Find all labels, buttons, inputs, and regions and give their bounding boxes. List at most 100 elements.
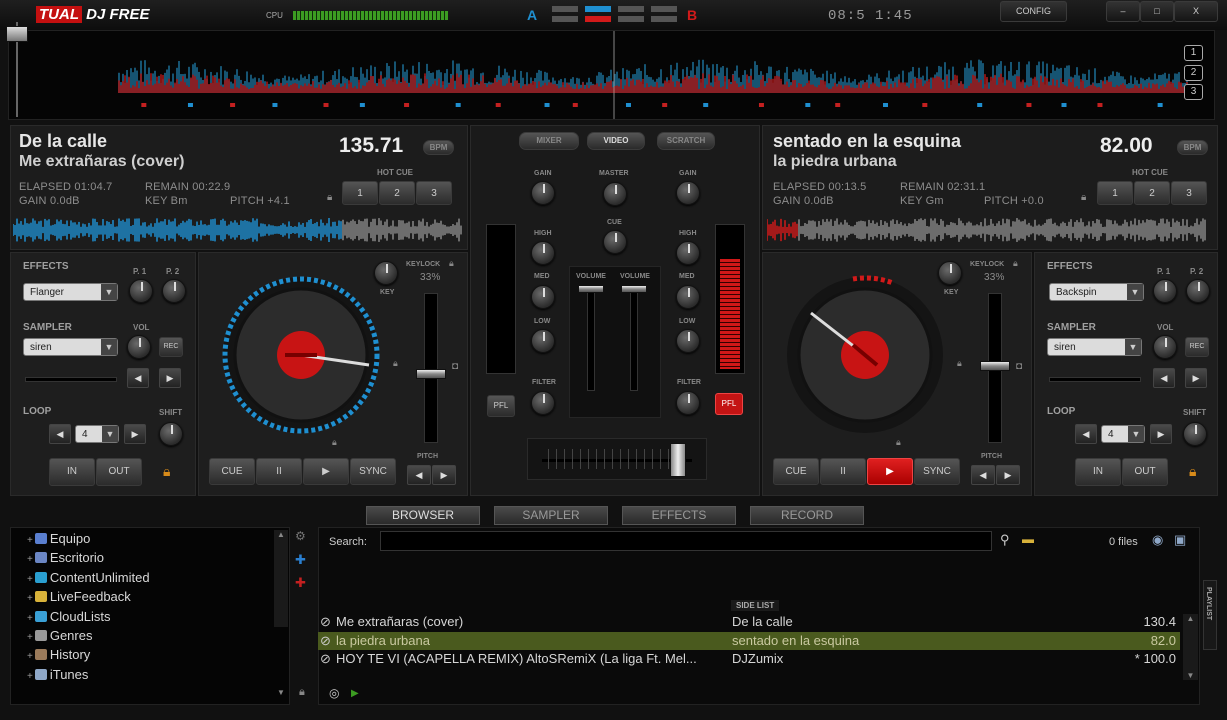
med-knob-right[interactable] (676, 285, 700, 309)
deck-right-rec-button[interactable]: REC (1185, 337, 1209, 357)
deck-left-loop-prev[interactable]: ◀ (49, 424, 71, 444)
tab-effects[interactable]: EFFECTS (622, 506, 736, 525)
tree-item[interactable]: + Equipo (27, 530, 90, 548)
deck-right-play-button[interactable]: ▶ (867, 458, 913, 485)
overview-marker-3[interactable]: 3 (1184, 84, 1203, 100)
low-knob-left[interactable] (531, 329, 555, 353)
gain-knob-left[interactable] (531, 181, 555, 205)
deck-right-key-knob[interactable] (938, 261, 962, 285)
deck-left-shift-knob[interactable] (159, 422, 183, 446)
low-knob-right[interactable] (676, 329, 700, 353)
tab-browser[interactable]: BROWSER (366, 506, 480, 525)
overview-waveform[interactable] (8, 30, 1215, 120)
minimize-button[interactable]: – (1106, 1, 1140, 22)
tree-item[interactable]: + iTunes (27, 666, 88, 684)
table-row[interactable]: ⊘ la piedra urbana sentado en la esquina 82… (318, 631, 1180, 650)
deck-right-sync-button[interactable]: SYNC (914, 458, 960, 485)
deck-right-bpm-button[interactable]: BPM (1177, 140, 1208, 155)
list-scrollbar[interactable]: ▲ ▼ (1183, 614, 1198, 680)
volume-fader-right[interactable] (621, 285, 647, 293)
table-row[interactable]: ⊘ HOY TE VI (ACAPELLA REMIX) AltoSRemiX (… (318, 650, 1180, 668)
deck-left-hotcue-1[interactable]: 1 (342, 181, 378, 205)
search-icon[interactable]: ⚲ (1000, 532, 1010, 548)
tree-item[interactable]: + History (27, 646, 90, 664)
add-folder-icon[interactable]: ✚ (295, 552, 306, 568)
cd-icon[interactable]: ◉ (1152, 532, 1163, 548)
play-preview-icon[interactable]: ▶ (351, 688, 359, 699)
high-knob-left[interactable] (531, 241, 555, 265)
gain-knob-right[interactable] (676, 181, 700, 205)
scroll-down-icon[interactable]: ▼ (277, 688, 285, 697)
deck-right-loop-select[interactable]: 4 (1101, 425, 1145, 443)
deck-right-loop-out[interactable]: OUT (1122, 458, 1168, 486)
deck-right-pitch-down[interactable]: ◀ (971, 465, 995, 485)
master-knob[interactable] (603, 182, 627, 206)
deck-right-shift-knob[interactable] (1183, 422, 1207, 446)
tree-item[interactable]: + Genres (27, 627, 92, 645)
deck-right-effect-select[interactable]: Backspin (1049, 283, 1144, 301)
expand-icon[interactable]: + (27, 651, 33, 662)
volume-fader-left[interactable] (578, 285, 604, 293)
config-button[interactable]: CONFIG (1000, 1, 1067, 22)
deck-right-sampler-vol-knob[interactable] (1153, 335, 1177, 359)
deck-left-cue-button[interactable]: CUE (209, 458, 255, 485)
deck-right-pitch-up[interactable]: ▶ (996, 465, 1020, 485)
deck-left-pitch-up[interactable]: ▶ (432, 465, 456, 485)
deck-right-sample-select[interactable]: siren (1047, 338, 1142, 356)
side-list-label[interactable]: SIDE LIST (731, 600, 780, 611)
tab-sampler[interactable]: SAMPLER (494, 506, 608, 525)
deck-left-bpm-button[interactable]: BPM (423, 140, 454, 155)
expand-icon[interactable]: + (27, 613, 33, 624)
tab-record[interactable]: RECORD (750, 506, 864, 525)
mixer-tab-video[interactable]: VIDEO (587, 132, 645, 150)
deck-right-pitch-reset-icon[interactable]: ◘ (1016, 361, 1022, 372)
deck-right-loop-in[interactable]: IN (1075, 458, 1121, 486)
deck-left-loop-out[interactable]: OUT (96, 458, 142, 486)
tree-item[interactable]: + CloudLists (27, 608, 111, 626)
mixer-tab-scratch[interactable]: SCRATCH (657, 132, 715, 150)
med-knob-left[interactable] (531, 285, 555, 309)
deck-right-loop-next[interactable]: ▶ (1150, 424, 1172, 444)
filter-knob-left[interactable] (531, 391, 555, 415)
deck-left-pitch-down[interactable]: ◀ (407, 465, 431, 485)
deck-left-rec-button[interactable]: REC (159, 337, 183, 357)
mixer-tab-mixer[interactable]: MIXER (519, 132, 579, 150)
tree-item[interactable]: + ContentUnlimited (27, 569, 150, 587)
deck-left-pitch-fader[interactable] (416, 369, 446, 379)
deck-left-effect-select[interactable]: Flanger (23, 283, 118, 301)
deck-left-sampler-vol-knob[interactable] (127, 335, 151, 359)
deck-left-waveform[interactable] (13, 215, 465, 245)
table-row[interactable]: ⊘ Me extrañaras (cover) De la calle 130.4 (318, 613, 1180, 631)
network-icon[interactable]: ▣ (1174, 532, 1186, 548)
deck-left-loop-select[interactable]: 4 (75, 425, 119, 443)
deck-left-sampler-next[interactable]: ▶ (159, 368, 181, 388)
deck-left-loop-in[interactable]: IN (49, 458, 95, 486)
expand-icon[interactable]: + (27, 574, 33, 585)
deck-right-jogwheel[interactable] (783, 273, 948, 438)
deck-left-sample-select[interactable]: siren (23, 338, 118, 356)
deck-right-loop-prev[interactable]: ◀ (1075, 424, 1097, 444)
deck-right-hotcue-2[interactable]: 2 (1134, 181, 1170, 205)
deck-right-p2-knob[interactable] (1186, 279, 1210, 303)
folder-icon[interactable]: ▬ (1022, 532, 1034, 546)
playlist-add-icon[interactable]: ◎ (329, 686, 339, 700)
high-knob-right[interactable] (676, 241, 700, 265)
remove-folder-icon[interactable]: ✚ (295, 575, 306, 591)
tree-scrollbar[interactable]: ▲ (274, 530, 288, 627)
deck-right-pitch-fader[interactable] (980, 361, 1010, 371)
expand-icon[interactable]: + (27, 632, 33, 643)
pfl-button-left[interactable]: PFL (487, 395, 515, 417)
browser-lock-icon[interactable]: 🔒︎ (299, 686, 305, 699)
deck-left-pitch-reset-icon[interactable]: ◘ (452, 361, 458, 372)
filter-knob-right[interactable] (676, 391, 700, 415)
overview-marker-1[interactable]: 1 (1184, 45, 1203, 61)
deck-right-sampler-prev[interactable]: ◀ (1153, 368, 1175, 388)
deck-right-pause-button[interactable]: II (820, 458, 866, 485)
deck-right-waveform[interactable] (767, 215, 1209, 245)
deck-left-sync-button[interactable]: SYNC (350, 458, 396, 485)
deck-left-hotcue-2[interactable]: 2 (379, 181, 415, 205)
search-folder-icon[interactable]: ⚙ (295, 529, 306, 543)
deck-left-key-knob[interactable] (374, 261, 398, 285)
deck-left-play-button[interactable]: ▶ (303, 458, 349, 485)
close-button[interactable]: X (1174, 1, 1218, 22)
